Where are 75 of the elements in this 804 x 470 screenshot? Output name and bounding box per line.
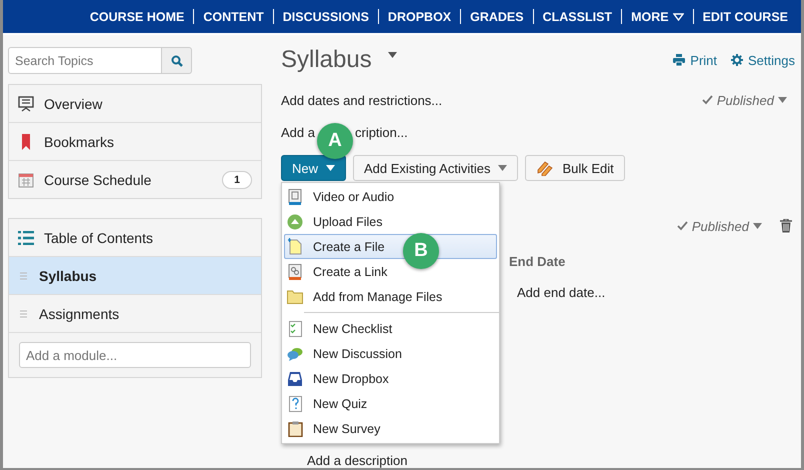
check-icon (702, 95, 713, 105)
check-icon (676, 221, 688, 231)
settings-icon (731, 54, 744, 66)
menu-item[interactable]: New Survey (284, 416, 497, 441)
trash-icon[interactable] (780, 219, 792, 233)
add-description-link[interactable]: cription... (354, 124, 408, 140)
pencils-icon (536, 160, 554, 176)
caret-icon (672, 12, 684, 20)
folder-icon (287, 290, 303, 304)
checklist-icon (288, 320, 302, 336)
caret-icon (326, 165, 336, 171)
menu-item[interactable]: Add from Manage Files (284, 284, 497, 309)
menu-item[interactable]: Upload Files (284, 209, 497, 234)
search-field[interactable]: Search Topics (8, 47, 162, 74)
film-icon (288, 188, 302, 204)
more-menu[interactable]: MORE (622, 10, 693, 24)
new-button[interactable]: New (281, 155, 346, 181)
module-item[interactable]: Syllabus (9, 257, 261, 295)
column-header: End Date (509, 254, 566, 269)
add-description-link[interactable]: Add a description (307, 454, 795, 468)
menu-item[interactable]: New Checklist (284, 316, 497, 341)
sidebar-item[interactable]: Course Schedule 1 (9, 161, 261, 198)
toc-title: Table of Contents (44, 230, 154, 246)
nav-link[interactable]: CONTENT (194, 10, 273, 24)
add-existing-activities-button[interactable]: Add Existing Activities (353, 155, 518, 181)
nav-link[interactable]: CLASSLIST (534, 10, 622, 24)
menu-item[interactable]: New Discussion (284, 341, 497, 366)
module-label: Syllabus (39, 268, 97, 284)
nav-link[interactable]: EDIT COURSE (694, 10, 797, 24)
status-dropdown[interactable]: Published (702, 92, 787, 108)
search-icon (170, 54, 182, 66)
add-dates-link[interactable]: Add dates and restrictions... (281, 92, 442, 108)
clipboard-icon (288, 420, 302, 436)
search-button[interactable] (162, 47, 192, 74)
status-dropdown[interactable]: Published (676, 218, 762, 234)
caret-icon (498, 165, 508, 171)
nav-link[interactable]: GRADES (461, 10, 533, 24)
inbox-tray-icon (287, 370, 303, 386)
list-icon (18, 230, 34, 244)
callout-tooltip: B (403, 233, 439, 269)
sidebar-item[interactable]: Overview (9, 85, 261, 123)
module-item[interactable]: Assignments (9, 295, 261, 333)
add-module-field[interactable]: Add a module... (19, 342, 251, 368)
menu-item[interactable]: New Quiz (284, 391, 497, 416)
printer-icon (673, 54, 686, 66)
upload-icon (287, 214, 303, 230)
caret-icon (753, 223, 762, 229)
link-icon (288, 264, 302, 280)
drag-handle-icon (20, 310, 27, 318)
sidebar-item-label: Course Schedule (44, 172, 152, 188)
page-title: Syllabus (281, 46, 372, 74)
print-link[interactable]: Print (673, 52, 718, 68)
speech-bubbles-icon (287, 346, 303, 360)
sidebar-item-label: Bookmarks (44, 134, 116, 150)
calendar-icon (18, 172, 34, 188)
bulk-edit-button[interactable]: Bulk Edit (525, 155, 625, 181)
sidebar-item[interactable]: Bookmarks (9, 123, 261, 161)
caret-icon (778, 97, 787, 103)
callout-badge: A (316, 123, 353, 159)
new-file-icon (288, 238, 302, 255)
drag-handle-icon (20, 272, 27, 280)
count-badge: 1 (222, 170, 252, 188)
menu-item[interactable]: Video or Audio (284, 184, 497, 209)
add-end-date-link[interactable]: Add end date... (517, 285, 795, 300)
caret-icon[interactable] (388, 52, 397, 58)
nav-link[interactable]: DISCUSSIONS (274, 10, 378, 24)
settings-link[interactable]: Settings (731, 52, 795, 68)
menu-item[interactable]: New Dropbox (284, 366, 497, 391)
sidebar-item-label: Overview (44, 96, 104, 112)
nav-link[interactable]: COURSE HOME (80, 10, 194, 24)
presentation-icon (18, 96, 34, 112)
module-label: Assignments (39, 306, 120, 322)
nav-link[interactable]: DROPBOX (378, 10, 460, 24)
question-mark-icon (288, 396, 302, 412)
add-description-link[interactable]: Add a (281, 124, 315, 140)
